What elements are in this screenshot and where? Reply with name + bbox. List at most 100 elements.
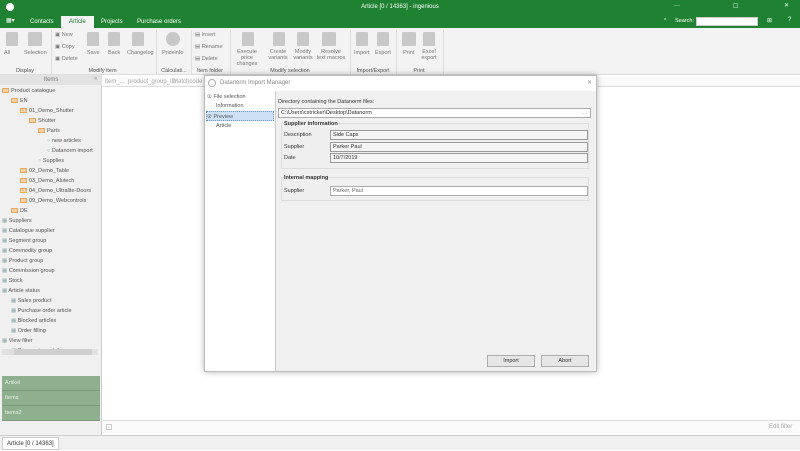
status-tab-article[interactable]: Article [0 / 14363] [2,437,59,450]
tree-item[interactable]: 09_Demo_Webcontrols [2,196,100,206]
tree-item[interactable]: ○ Datanorm import [2,146,100,156]
tree-item-label: Order filling [18,328,46,334]
tree-item[interactable]: ▦ Article status [2,286,100,296]
section-items2[interactable]: Items2 [2,406,100,421]
maximize-button[interactable]: ☐ [733,3,738,10]
tree-item[interactable]: ▦ Catalogue supplier [2,226,100,236]
tree-item[interactable]: 02_Demo_Table [2,166,100,176]
collapse-ribbon-icon[interactable]: ^ [664,18,666,24]
insert-label: Insert [202,32,216,38]
edit-filter-link[interactable]: Edit filter [769,424,792,430]
directory-input[interactable]: C:\Users\cstricker\Desktop\Datanorm… [278,108,591,118]
tab-contacts[interactable]: Contacts [22,16,62,28]
minimize-button[interactable]: — [674,3,680,9]
tree-item-label: Supplies [43,158,64,164]
tree-item[interactable]: ▦ Product group [2,256,100,266]
horizontal-scrollbar[interactable] [2,349,98,355]
dialog-close-button[interactable]: ✕ [587,79,592,86]
browse-icon[interactable]: … [583,109,591,118]
step-information[interactable]: Information [216,101,244,111]
save-button[interactable]: Save [87,50,100,56]
network-icon[interactable]: ⊞ [767,17,772,24]
priceinfo-button[interactable]: Priceinfo [162,50,183,56]
all-button[interactable]: All [4,50,10,56]
folder-icon [38,128,45,133]
step-article[interactable]: Article [216,121,231,131]
column-matchcode[interactable]: Matchcode [173,79,202,85]
tab-purchase-orders[interactable]: Purchase orders [129,16,189,28]
app-menu-button[interactable]: ▦▾ [6,17,15,24]
help-icon[interactable]: ? [788,17,791,23]
mapping-supplier-select[interactable]: Parker, Paul [330,186,588,196]
tab-article[interactable]: Article [61,16,94,28]
create-variants-button[interactable]: Create variants [266,49,290,61]
modify-variants-button[interactable]: Modify variants [291,49,315,61]
euro-icon [166,32,180,46]
import-button[interactable]: Import [487,355,535,367]
tree-item[interactable]: ▦ Purchase order article [2,306,100,316]
folder-icon [29,118,36,123]
import-ribbon-button[interactable]: Import [354,50,370,56]
tree-item[interactable]: ▦ Order filling [2,326,100,336]
rename-button[interactable]: ▤ Rename [195,44,223,50]
tree-item[interactable]: ▦ Commodity group [2,246,100,256]
resolve-text-macros-button[interactable]: Resolve text macros [316,49,346,61]
tree-item-label: new articles [52,138,81,144]
export-button[interactable]: Export [375,50,391,56]
delete-button[interactable]: ▣ Delete [55,56,78,62]
tree-item[interactable]: DE [2,206,100,216]
tree-item[interactable]: 04_Demo_Ultralite-Doors [2,186,100,196]
folder-icon [20,198,27,203]
filter-checkbox[interactable] [106,424,112,430]
selection-button[interactable]: Selection [24,50,47,56]
changelog-icon [132,32,144,46]
column-item[interactable]: item_... [105,79,125,85]
tree-item[interactable]: EN [2,96,100,106]
section-artikel[interactable]: Artikel [2,376,100,391]
grid-footer: Edit filter [103,420,800,433]
node-icon: ▦ [2,228,9,234]
tree-item[interactable]: ▦ Commission group [2,266,100,276]
supplier-field[interactable]: Parker Paul [330,142,588,152]
save-icon [87,32,99,46]
excel-export-button[interactable]: Excel export [420,49,438,61]
description-field[interactable]: Side Caps [330,130,588,140]
tree-item-label: Parts [47,128,60,134]
column-product-group-id[interactable]: product_group_ID [128,79,176,85]
copy-button[interactable]: ▣ Copy [55,44,75,50]
divider [396,30,397,74]
tree-item[interactable]: Parts [2,126,100,136]
print-button[interactable]: Print [403,50,414,56]
title-bar: Article [0 / 14363] - ingenious — ☐ ✕ ▦▾… [0,0,800,28]
folder-delete-button[interactable]: ▤ Delete [195,56,218,62]
tree-item[interactable]: ▦ Stock [2,276,100,286]
execute-price-changes-button[interactable]: Execute price changes [232,49,262,67]
changelog-button[interactable]: Changelog [127,50,154,56]
tree-item[interactable]: ○ new articles [2,136,100,146]
insert-button[interactable]: ▤ Insert [195,32,216,38]
date-field[interactable]: 10/7/2019 [330,153,588,163]
abort-button[interactable]: Abort [541,355,589,367]
tree-item[interactable]: ▦ Blocked articles [2,316,100,326]
close-button[interactable]: ✕ [784,2,789,9]
tree-item[interactable]: Shutter [2,116,100,126]
tree-item[interactable]: ▦ Suppliers [2,216,100,226]
tree-item[interactable]: 03_Demo_Alutech [2,176,100,186]
tree-item[interactable]: ▦ Sales product [2,296,100,306]
tab-projects[interactable]: Projects [93,16,131,28]
tree-item[interactable]: 01_Demo_Shutter [2,106,100,116]
tree-item-label: DE [20,208,28,214]
step-label: File selection [213,94,245,100]
step-preview[interactable]: ② Preview [206,111,274,121]
tree-item[interactable]: ○ Supplies [2,156,100,166]
tree-item-label: Datanorm import [52,148,93,154]
text-macros-icon [322,32,336,46]
back-button[interactable]: Back [108,50,120,56]
section-items[interactable]: Items [2,391,100,406]
tree-item[interactable]: ▦ View filter [2,336,100,346]
tree-item[interactable]: ▦ Segment group [2,236,100,246]
tree-item[interactable]: Product catalogue [2,86,100,96]
collapse-panel-icon[interactable]: « [94,76,97,82]
search-input[interactable] [696,17,758,26]
new-button[interactable]: ▣ New [55,32,73,38]
